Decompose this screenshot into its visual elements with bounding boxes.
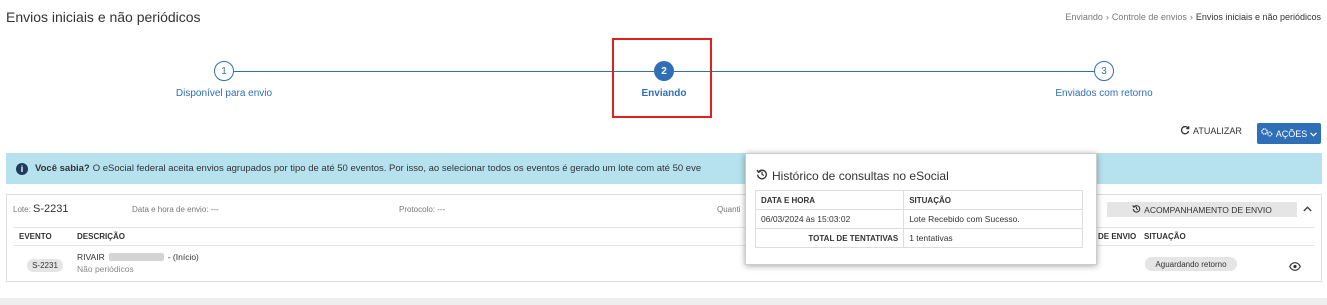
history-icon: [756, 168, 768, 183]
highlight-annotation: [612, 38, 712, 118]
breadcrumb-item-enviando[interactable]: Enviando: [1065, 12, 1103, 22]
breadcrumb-item-controle[interactable]: Controle de envios: [1112, 12, 1187, 22]
column-header-data-hora: DATA E HORA: [754, 190, 905, 210]
column-header-situacao: SITUAÇÃO: [903, 190, 1083, 210]
lote-label: Lote:: [13, 205, 31, 214]
step-1-label[interactable]: Disponível para envio: [176, 88, 272, 99]
descricao-name: RIVAIR - (Início): [77, 252, 199, 262]
lote-datetime: Data e hora de envio: ---: [132, 205, 219, 214]
total-value: 1 tentativas: [903, 228, 1083, 248]
evento-badge: S-2231: [27, 259, 63, 272]
event-suffix: - (Início): [167, 252, 199, 262]
popover-title: Histórico de consultas no eSocial: [756, 168, 949, 183]
total-label: TOTAL DE TENTATIVAS: [754, 228, 905, 248]
historico-table: DATA E HORA SITUAÇÃO 06/03/2024 às 15:03…: [754, 190, 1083, 248]
info-banner: i Você sabia? O eSocial federal aceita e…: [6, 153, 1322, 184]
lote-card: Lote: S-2231 Data e hora de envio: --- P…: [6, 194, 1322, 282]
stepper-line-2: [674, 71, 1094, 72]
breadcrumb-separator: ›: [1105, 12, 1109, 22]
atualizar-label: ATUALIZAR: [1193, 126, 1242, 136]
popover-title-text: Histórico de consultas no eSocial: [772, 168, 949, 183]
column-header-data-envio: DE ENVIO: [1098, 232, 1137, 241]
step-3-circle[interactable]: 3: [1094, 61, 1114, 81]
acoes-label: AÇÕES: [1275, 128, 1308, 139]
stepper-line-1: [234, 71, 654, 72]
bottom-strip: [0, 298, 1327, 305]
table-divider: [13, 227, 1315, 228]
lote-number: S-2231: [33, 203, 69, 215]
chevron-up-icon: [1303, 203, 1312, 215]
refresh-icon: [1180, 125, 1190, 137]
step-1-circle[interactable]: 1: [214, 61, 234, 81]
column-header-evento: EVENTO: [19, 232, 52, 241]
cell-datetime: 06/03/2024 às 15:03:02: [754, 209, 905, 229]
info-banner-text: O eSocial federal aceita envios agrupado…: [92, 163, 702, 174]
status-badge: Aguardando retorno: [1145, 257, 1237, 271]
acompanhamento-button[interactable]: ACOMPANHAMENTO DE ENVIO: [1107, 202, 1297, 217]
table-row: 06/03/2024 às 15:03:02 Lote Recebido com…: [754, 209, 1083, 229]
column-header-situacao: SITUAÇÃO: [1144, 232, 1186, 241]
history-icon: [1132, 204, 1141, 215]
acompanhamento-label: ACOMPANHAMENTO DE ENVIO: [1144, 204, 1272, 215]
gears-icon: [1260, 128, 1273, 139]
atualizar-button[interactable]: ATUALIZAR: [1180, 125, 1242, 137]
table-total-row: TOTAL DE TENTATIVAS 1 tentativas: [754, 228, 1083, 248]
lote-header: Lote: S-2231: [13, 203, 69, 215]
redacted-text: [108, 253, 164, 261]
page-title: Envios iniciais e não periódicos: [6, 9, 201, 25]
breadcrumb-separator: ›: [1189, 12, 1193, 22]
eye-icon[interactable]: [1289, 258, 1301, 276]
table-divider: [13, 245, 1315, 246]
breadcrumb-item-current: Envios iniciais e não periódicos: [1195, 12, 1321, 22]
collapse-button[interactable]: [1303, 203, 1312, 215]
chevron-down-icon: [1310, 129, 1318, 139]
column-header-descricao: DESCRIÇÃO: [77, 232, 126, 241]
descricao-subtitle: Não periódicos: [77, 264, 134, 274]
table-header-row: DATA E HORA SITUAÇÃO: [754, 190, 1083, 210]
employee-name: RIVAIR: [77, 252, 105, 262]
info-icon: i: [16, 162, 28, 175]
cell-status: Lote Recebido com Sucesso.: [903, 209, 1083, 229]
info-banner-bold: Você sabia?: [35, 163, 90, 174]
lote-protocol: Protocolo: ---: [399, 205, 446, 214]
breadcrumb: Enviando › Controle de envios › Envios inici…: [1065, 12, 1321, 22]
lote-quantity: Quanti: [717, 205, 741, 214]
historico-popover: Histórico de consultas no eSocial DATA E…: [745, 153, 1097, 265]
acoes-button[interactable]: AÇÕES: [1257, 123, 1321, 144]
step-3-label[interactable]: Enviados com retorno: [1055, 88, 1152, 99]
